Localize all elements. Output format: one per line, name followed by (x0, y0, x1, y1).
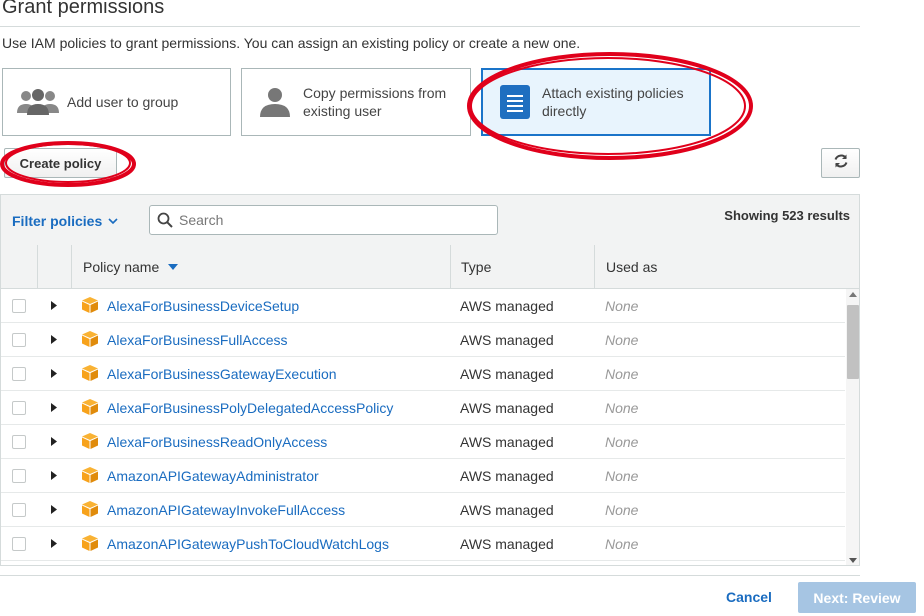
column-header-policy-name[interactable]: Policy name (71, 245, 450, 288)
policy-used-as: None (605, 536, 639, 552)
policy-type: AWS managed (460, 400, 554, 416)
policy-box-icon (82, 501, 98, 517)
policy-type: AWS managed (460, 298, 554, 314)
refresh-icon (833, 153, 849, 174)
option-add-user-to-group[interactable]: Add user to group (2, 68, 231, 136)
table-row[interactable]: AmazonAPIGatewayPushToCloudWatchLogs AWS … (1, 527, 845, 561)
expand-row-icon[interactable] (51, 471, 57, 480)
policy-type: AWS managed (460, 366, 554, 382)
policies-table: Filter policies Showing 523 results Poli… (0, 194, 860, 566)
policy-name-link[interactable]: AlexaForBusinessFullAccess (107, 332, 288, 348)
refresh-button[interactable] (821, 148, 860, 178)
policy-box-icon (82, 331, 98, 347)
expand-row-icon[interactable] (51, 437, 57, 446)
policy-box-icon (82, 433, 98, 449)
scrollbar-thumb[interactable] (847, 305, 859, 379)
policy-name-link[interactable]: AmazonAPIGatewayInvokeFullAccess (107, 502, 345, 518)
group-icon (15, 87, 61, 117)
option-copy-permissions[interactable]: Copy permissions from existing user (241, 68, 471, 136)
filter-bar: Filter policies Showing 523 results (1, 195, 859, 246)
row-checkbox[interactable] (12, 333, 26, 347)
policy-box-icon (82, 297, 98, 313)
table-scrollbar[interactable] (846, 289, 859, 565)
table-row[interactable]: AlexaForBusinessPolyDelegatedAccessPolic… (1, 391, 845, 425)
page-subtitle: Use IAM policies to grant permissions. Y… (2, 35, 581, 51)
search-icon (157, 212, 173, 228)
row-checkbox[interactable] (12, 435, 26, 449)
table-row[interactable]: AlexaForBusinessFullAccess AWS managed Non… (1, 323, 845, 357)
policy-name-link[interactable]: AlexaForBusinessPolyDelegatedAccessPolic… (107, 400, 393, 416)
scroll-down-arrow-icon[interactable] (849, 558, 857, 564)
chevron-down-icon (108, 217, 118, 224)
table-body: AlexaForBusinessDeviceSetup AWS managed No… (1, 289, 845, 561)
table-header: Policy name Type Used as (1, 245, 859, 289)
search-box (149, 205, 498, 235)
create-policy-button[interactable]: Create policy (4, 148, 117, 178)
table-row[interactable]: AlexaForBusinessReadOnlyAccess AWS manage… (1, 425, 845, 459)
policy-type: AWS managed (460, 434, 554, 450)
page-title: Grant permissions (2, 0, 165, 18)
option-label: Copy permissions from existing user (303, 85, 447, 119)
header-expand-column (37, 245, 71, 288)
table-row[interactable]: AmazonAPIGatewayAdministrator AWS managed… (1, 459, 845, 493)
option-label: Attach existing policies directly (542, 85, 684, 119)
expand-row-icon[interactable] (51, 505, 57, 514)
policy-used-as: None (605, 298, 639, 314)
column-header-used-as[interactable]: Used as (594, 245, 859, 288)
scroll-up-arrow-icon[interactable] (849, 291, 857, 297)
policy-name-link[interactable]: AmazonAPIGatewayAdministrator (107, 468, 319, 484)
results-count: Showing 523 results (724, 208, 850, 223)
footer-divider (0, 575, 860, 576)
cancel-button[interactable]: Cancel (726, 589, 772, 605)
policy-name-link[interactable]: AlexaForBusinessGatewayExecution (107, 366, 337, 382)
policy-box-icon (82, 365, 98, 381)
expand-row-icon[interactable] (51, 369, 57, 378)
table-row[interactable]: AlexaForBusinessDeviceSetup AWS managed No… (1, 289, 845, 323)
table-row[interactable]: AmazonAPIGatewayInvokeFullAccess AWS mana… (1, 493, 845, 527)
policy-used-as: None (605, 366, 639, 382)
policy-type: AWS managed (460, 332, 554, 348)
filter-policies-dropdown[interactable]: Filter policies (12, 213, 118, 229)
row-checkbox[interactable] (12, 537, 26, 551)
title-divider (0, 26, 860, 27)
row-checkbox[interactable] (12, 503, 26, 517)
policy-used-as: None (605, 502, 639, 518)
policy-type: AWS managed (460, 468, 554, 484)
row-checkbox[interactable] (12, 367, 26, 381)
policy-used-as: None (605, 400, 639, 416)
column-header-type[interactable]: Type (450, 245, 594, 288)
option-attach-existing-policies[interactable]: Attach existing policies directly (481, 68, 711, 136)
row-checkbox[interactable] (12, 469, 26, 483)
policy-name-link[interactable]: AlexaForBusinessDeviceSetup (107, 298, 299, 314)
policy-box-icon (82, 467, 98, 483)
policy-used-as: None (605, 468, 639, 484)
row-checkbox[interactable] (12, 299, 26, 313)
header-select-column (1, 245, 37, 288)
user-icon (259, 86, 291, 118)
policy-type: AWS managed (460, 502, 554, 518)
option-label: Add user to group (67, 94, 179, 110)
policy-type: AWS managed (460, 536, 554, 552)
policy-box-icon (82, 399, 98, 415)
expand-row-icon[interactable] (51, 403, 57, 412)
policy-used-as: None (605, 332, 639, 348)
document-icon (500, 85, 530, 119)
row-checkbox[interactable] (12, 401, 26, 415)
search-input[interactable] (177, 211, 481, 229)
expand-row-icon[interactable] (51, 301, 57, 310)
sort-descending-icon (168, 263, 179, 270)
next-review-button[interactable]: Next: Review (798, 582, 916, 613)
policy-name-link[interactable]: AmazonAPIGatewayPushToCloudWatchLogs (107, 536, 389, 552)
policy-name-link[interactable]: AlexaForBusinessReadOnlyAccess (107, 434, 327, 450)
expand-row-icon[interactable] (51, 539, 57, 548)
policy-used-as: None (605, 434, 639, 450)
policy-box-icon (82, 535, 98, 551)
table-row[interactable]: AlexaForBusinessGatewayExecution AWS mana… (1, 357, 845, 391)
expand-row-icon[interactable] (51, 335, 57, 344)
